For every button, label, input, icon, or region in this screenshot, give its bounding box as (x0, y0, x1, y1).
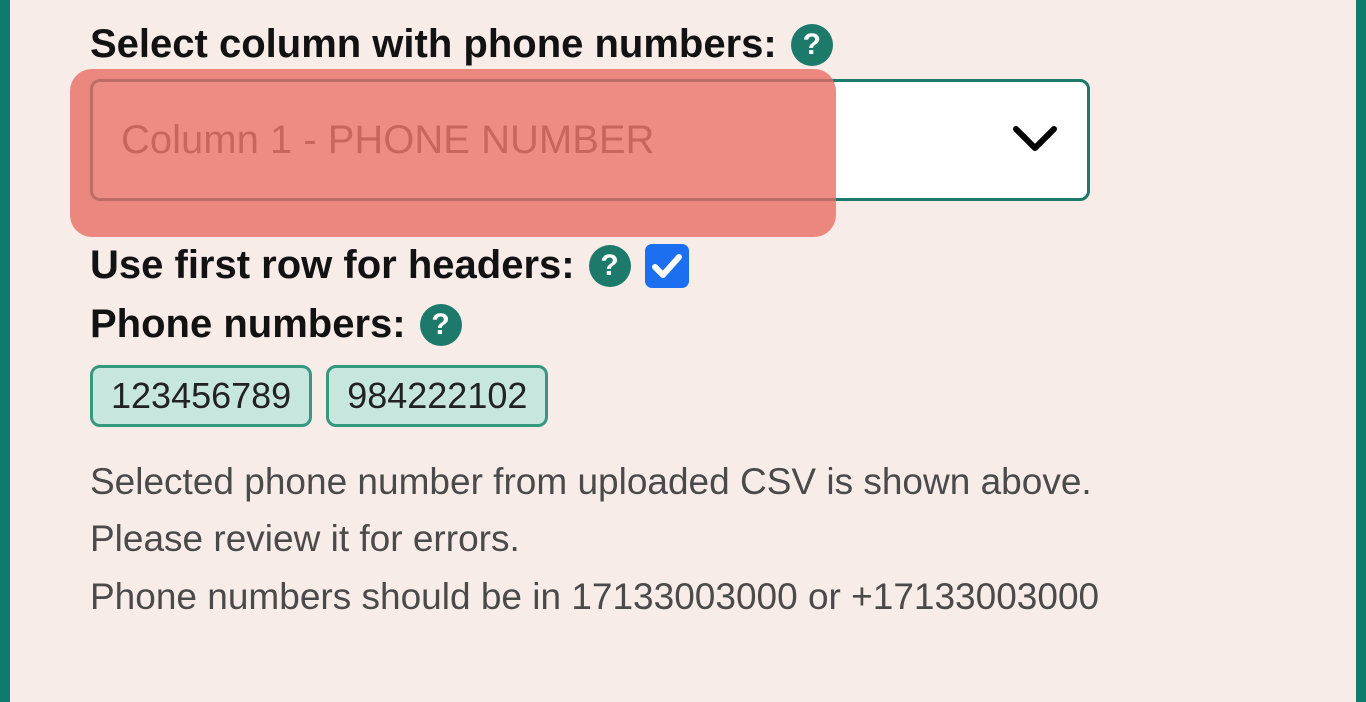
column-select-value: Column 1 - PHONE NUMBER (121, 118, 1011, 163)
column-select-dropdown[interactable]: Column 1 - PHONE NUMBER (90, 79, 1090, 201)
first-row-headers-row: Use first row for headers: ? (90, 243, 1276, 288)
phone-number-chips: 123456789 984222102 (90, 365, 1276, 427)
phone-numbers-label-row: Phone numbers: ? (90, 302, 462, 347)
column-select-label-row: Select column with phone numbers: ? (90, 22, 833, 67)
help-icon[interactable]: ? (589, 245, 631, 287)
form-content: Select column with phone numbers: ? Colu… (0, 0, 1366, 625)
help-icon[interactable]: ? (791, 24, 833, 66)
phone-number-chip[interactable]: 984222102 (326, 365, 548, 427)
info-text: Selected phone number from uploaded CSV … (90, 453, 1270, 625)
chevron-down-icon (1011, 116, 1059, 164)
info-line-2: Please review it for errors. (90, 510, 1270, 567)
column-select-wrapper: Column 1 - PHONE NUMBER (90, 79, 1090, 201)
panel-right-border (1356, 0, 1366, 702)
first-row-headers-label: Use first row for headers: (90, 243, 575, 288)
panel-left-border (0, 0, 10, 702)
info-line-3: Phone numbers should be in 17133003000 o… (90, 568, 1270, 625)
info-line-1: Selected phone number from uploaded CSV … (90, 453, 1270, 510)
phone-number-chip[interactable]: 123456789 (90, 365, 312, 427)
first-row-headers-checkbox[interactable] (645, 244, 689, 288)
column-select-label: Select column with phone numbers: (90, 22, 777, 67)
help-icon[interactable]: ? (420, 304, 462, 346)
first-row-headers-label-row: Use first row for headers: ? (90, 243, 631, 288)
phone-numbers-label: Phone numbers: (90, 302, 406, 347)
